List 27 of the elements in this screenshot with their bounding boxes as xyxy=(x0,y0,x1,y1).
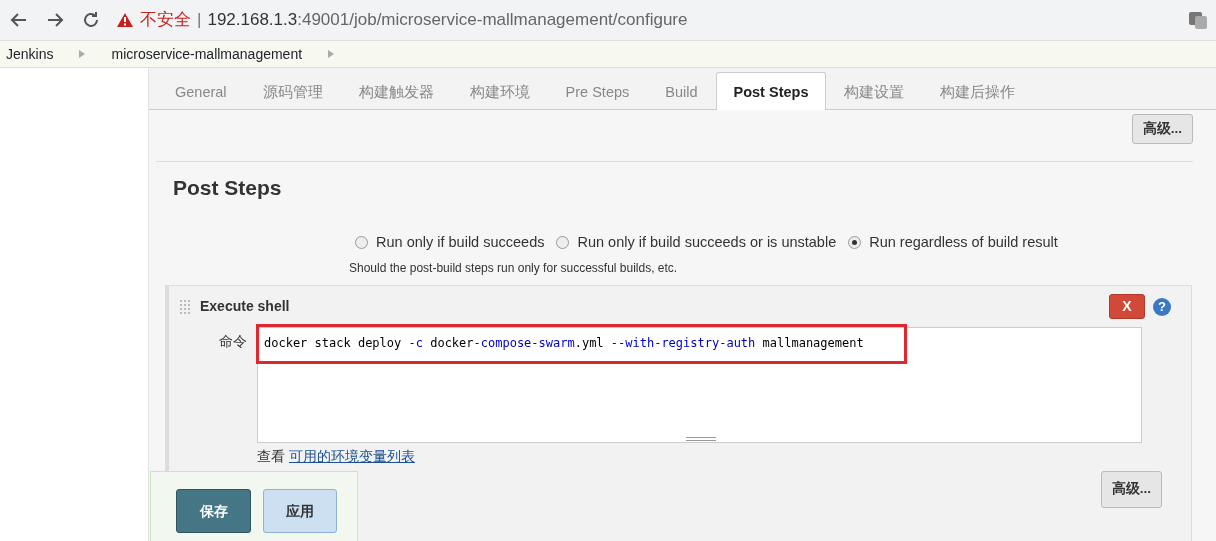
translate-icon[interactable] xyxy=(1188,10,1208,30)
breadcrumb-link[interactable]: microservice-mallmanagement xyxy=(111,43,303,65)
advanced-button[interactable]: 高级... xyxy=(1131,114,1193,145)
radio-option[interactable]: Run only if build succeeds xyxy=(355,231,545,254)
breadcrumb-link[interactable]: Jenkins xyxy=(6,43,54,65)
save-button[interactable]: 保存 xyxy=(176,489,251,533)
radio-option[interactable]: Run only if build succeeds or is unstable xyxy=(556,231,837,254)
advanced-button[interactable]: 高级... xyxy=(1100,471,1162,508)
radio-option[interactable]: Run regardless of build result xyxy=(848,231,1058,254)
security-label: 不安全 xyxy=(140,9,191,32)
step-title: Execute shell xyxy=(200,297,290,317)
apply-button[interactable]: 应用 xyxy=(263,489,337,533)
separator-text: | xyxy=(197,9,202,32)
command-label: 命令 xyxy=(218,332,248,352)
command-field[interactable]: docker stack deploy -c docker-compose-swarm.yml --with-registry-auth mallmanagement xyxy=(257,327,1142,444)
tab[interactable]: Post Steps xyxy=(715,72,827,110)
section-title: Post Steps xyxy=(172,175,283,201)
chevron-icon xyxy=(79,50,86,58)
drag-handle-icon[interactable] xyxy=(179,298,192,315)
hint-text: Should the post-build steps run only for successful builds, etc. xyxy=(348,260,679,278)
env-prefix-text: 查看 xyxy=(257,448,285,465)
chevron-icon xyxy=(328,50,335,58)
delete-button[interactable]: X xyxy=(1109,294,1145,320)
resize-handle-icon[interactable] xyxy=(686,437,716,442)
url-text: 192.168.1.3:49001/job/microservice-mallmanagement/configure xyxy=(207,9,688,32)
env-vars-link[interactable]: 可用的环境变量列表 xyxy=(288,448,415,465)
warning-icon xyxy=(116,12,134,28)
